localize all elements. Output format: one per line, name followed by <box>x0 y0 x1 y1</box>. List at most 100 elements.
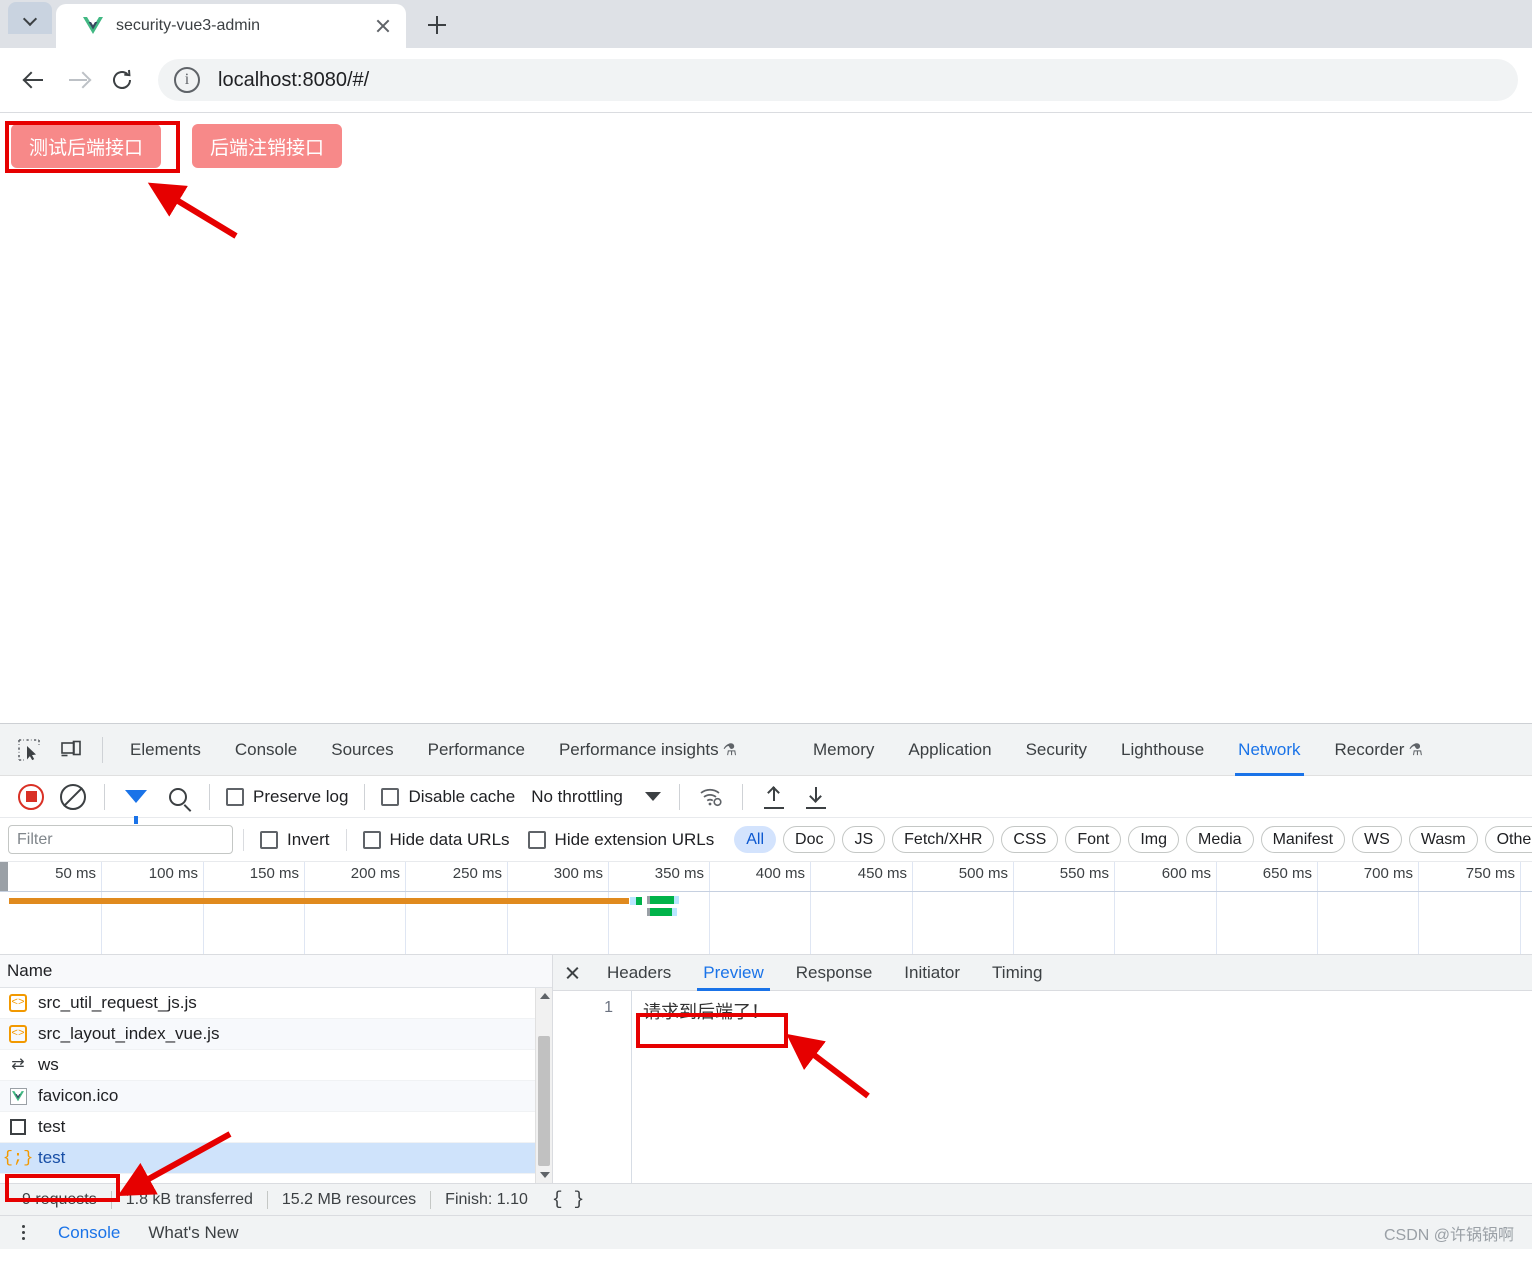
devtools-tab-performance[interactable]: Performance <box>411 724 542 776</box>
record-stop-icon[interactable] <box>14 780 48 814</box>
filter-input[interactable] <box>8 825 233 854</box>
request-row[interactable]: <> src_util_request_js.js <box>0 988 552 1019</box>
timeline-bar-download <box>636 897 642 905</box>
timeline-tick-label: 200 ms <box>350 865 400 882</box>
resource-type-chip-fetch-xhr[interactable]: Fetch/XHR <box>892 826 995 853</box>
request-row[interactable]: <> src_layout_index_vue.js <box>0 1019 552 1050</box>
throttling-select[interactable]: No throttling <box>531 787 623 807</box>
timeline-left-handle[interactable] <box>0 862 8 891</box>
timeline-gridline <box>709 862 710 954</box>
caret-down-icon[interactable] <box>644 792 661 801</box>
request-type-icon: ⇄ <box>7 1054 29 1076</box>
invert-checkbox[interactable]: Invert <box>260 830 330 850</box>
info-circle-icon[interactable]: i <box>174 67 200 93</box>
test-backend-api-button[interactable]: 测试后端接口 <box>11 124 162 168</box>
reload-button[interactable] <box>100 58 144 102</box>
devtools-tab-security[interactable]: Security <box>1009 724 1104 776</box>
request-row[interactable]: favicon.ico <box>0 1081 552 1112</box>
network-overview-timeline[interactable]: 50 ms 100 ms 150 ms 200 ms 250 ms 300 ms 350 m… <box>0 862 1532 955</box>
inspect-element-icon[interactable] <box>12 733 46 767</box>
filter-funnel-icon[interactable] <box>119 780 153 824</box>
resource-type-chip-media[interactable]: Media <box>1186 826 1254 853</box>
devtools-tab-recorder[interactable]: Recorder ⚗ <box>1318 724 1440 776</box>
detail-tab-initiator[interactable]: Initiator <box>888 955 976 991</box>
finish-time: Finish: 1.10 <box>445 1190 528 1208</box>
more-options-kebab-icon[interactable] <box>10 1220 36 1246</box>
js-file-icon: <> <box>9 994 27 1012</box>
resource-type-chip-ws[interactable]: WS <box>1352 826 1402 853</box>
screenshot-root: security-vue3-admin i localhost:8080/#/ … <box>0 0 1532 1273</box>
preserve-log-checkbox[interactable]: Preserve log <box>226 787 348 807</box>
timeline-gridline <box>810 862 811 954</box>
new-tab-button[interactable] <box>418 8 456 42</box>
websocket-icon: ⇄ <box>11 1056 25 1073</box>
address-bar[interactable]: i localhost:8080/#/ <box>158 59 1518 101</box>
request-row[interactable]: {;} test <box>0 1143 552 1174</box>
devtools-tab-lighthouse[interactable]: Lighthouse <box>1104 724 1221 776</box>
detail-tab-headers[interactable]: Headers <box>591 955 687 991</box>
disable-cache-checkbox[interactable]: Disable cache <box>381 787 515 807</box>
devtools-tab-console[interactable]: Console <box>218 724 314 776</box>
browser-tab[interactable]: security-vue3-admin <box>56 4 406 48</box>
drawer-tab-console[interactable]: Console <box>44 1223 134 1243</box>
timeline-gridline <box>405 862 406 954</box>
devtools-tab-application[interactable]: Application <box>891 724 1008 776</box>
resource-type-chip-img[interactable]: Img <box>1128 826 1179 853</box>
request-row[interactable]: ⇄ ws <box>0 1050 552 1081</box>
tab-search-button[interactable] <box>8 2 52 34</box>
request-row[interactable]: test <box>0 1112 552 1143</box>
backend-logout-api-button[interactable]: 后端注销接口 <box>192 124 343 168</box>
watermark: CSDN @许锅锅啊 <box>1383 1226 1514 1244</box>
hide-data-urls-checkbox[interactable]: Hide data URLs <box>362 830 510 850</box>
devtools-tab-network[interactable]: Network <box>1221 724 1317 776</box>
clear-network-log-icon[interactable] <box>56 780 90 814</box>
drawer-tab-what-s-new[interactable]: What's New <box>134 1223 252 1243</box>
json-icon: {;} <box>2 1148 34 1168</box>
devtools-tab-sources[interactable]: Sources <box>314 724 410 776</box>
close-icon[interactable] <box>370 13 396 39</box>
devtools-tab-memory[interactable]: Memory <box>796 724 891 776</box>
device-toolbar-icon[interactable] <box>54 733 88 767</box>
resource-type-chip-other[interactable]: Other <box>1484 826 1532 853</box>
detail-tab-timing[interactable]: Timing <box>976 955 1058 991</box>
scrollbar-thumb[interactable] <box>538 1036 550 1166</box>
preserve-log-label: Preserve log <box>253 786 349 806</box>
timeline-gridline <box>912 862 913 954</box>
resource-type-chip-all[interactable]: All <box>734 826 777 853</box>
upload-har-icon[interactable] <box>757 780 791 814</box>
resource-type-chip-css[interactable]: CSS <box>1001 826 1059 853</box>
download-har-icon[interactable] <box>799 780 833 814</box>
request-list-scrollbar[interactable] <box>535 988 552 1183</box>
detail-tab-response[interactable]: Response <box>780 955 889 991</box>
pretty-print-braces-icon[interactable]: { } <box>542 1190 594 1210</box>
resource-type-chip-js[interactable]: JS <box>842 826 886 853</box>
timeline-gridline <box>1114 862 1115 954</box>
divider <box>209 783 210 810</box>
checkbox-box <box>362 830 381 849</box>
resource-type-chip-doc[interactable]: Doc <box>783 826 836 853</box>
request-list-header[interactable]: Name <box>0 955 552 988</box>
network-filter-bar: Invert Hide data URLs Hide extension URL… <box>0 818 1532 862</box>
scroll-down-arrow-icon[interactable] <box>536 1166 552 1183</box>
resource-type-chip-manifest[interactable]: Manifest <box>1260 826 1346 853</box>
timeline-tick-label: 150 ms <box>249 865 299 882</box>
close-icon[interactable] <box>553 955 591 991</box>
timeline-gridline <box>203 862 204 954</box>
devtools-tab-elements[interactable]: Elements <box>113 724 218 776</box>
detail-tab-preview[interactable]: Preview <box>687 955 779 991</box>
resource-type-chip-wasm[interactable]: Wasm <box>1408 826 1478 853</box>
hide-extension-urls-checkbox[interactable]: Hide extension URLs <box>527 830 714 850</box>
vue-favicon-icon <box>9 1087 27 1105</box>
resource-type-chip-font[interactable]: Font <box>1065 826 1122 853</box>
experimental-flask-icon: ⚗ <box>722 741 737 759</box>
devtools-tab-label: Recorder <box>1334 739 1405 759</box>
web-page-content: 测试后端接口 后端注销接口 <box>0 113 1532 723</box>
back-button[interactable] <box>12 58 56 102</box>
scroll-up-arrow-icon[interactable] <box>536 988 552 1005</box>
wifi-settings-icon[interactable] <box>694 780 728 814</box>
chevron-down-icon <box>24 12 36 24</box>
search-icon[interactable] <box>161 780 195 814</box>
forward-button[interactable] <box>56 58 100 102</box>
devtools-tab-label: Performance insights <box>558 739 719 759</box>
devtools-tab-performance-insights[interactable]: Performance insights ⚗ <box>542 724 754 776</box>
